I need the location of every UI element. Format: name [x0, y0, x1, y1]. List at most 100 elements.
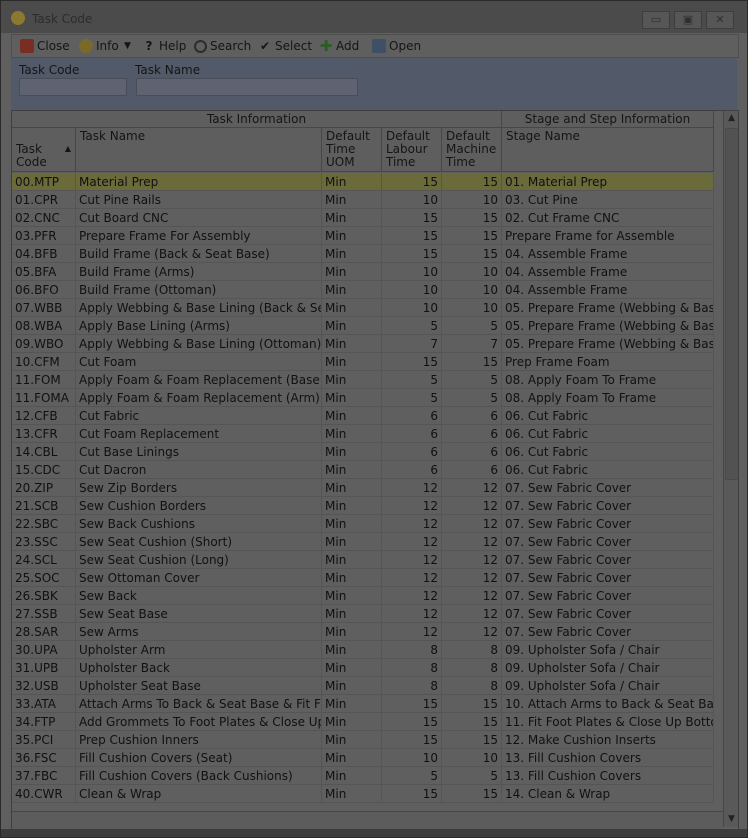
- cell-machine-time[interactable]: 6: [442, 425, 502, 443]
- table-row[interactable]: 32.USB Upholster Seat Base Min 8 8 09. Uphols…: [12, 677, 714, 695]
- scroll-thumb[interactable]: [725, 128, 738, 480]
- header-default-labour-time[interactable]: Default Labour Time: [382, 128, 442, 172]
- cell-machine-time[interactable]: 15: [442, 245, 502, 263]
- cell-machine-time[interactable]: 12: [442, 623, 502, 641]
- cell-task-code[interactable]: 10.CFM: [12, 353, 76, 371]
- cell-machine-time[interactable]: 5: [442, 389, 502, 407]
- cell-labour-time[interactable]: 12: [382, 479, 442, 497]
- cell-task-name[interactable]: Apply Foam & Foam Replacement (Arm): [76, 389, 322, 407]
- cell-stage-name[interactable]: 10. Attach Arms to Back & Seat Base: [502, 695, 714, 713]
- table-row[interactable]: 20.ZIP Sew Zip Borders Min 12 12 07. Sew Fabr…: [12, 479, 714, 497]
- cell-task-name[interactable]: Apply Base Lining (Arms): [76, 317, 322, 335]
- cell-task-name[interactable]: Upholster Arm: [76, 641, 322, 659]
- table-row[interactable]: 35.PCI Prep Cushion Inners Min 15 15 12. Make…: [12, 731, 714, 749]
- cell-task-name[interactable]: Prep Cushion Inners: [76, 731, 322, 749]
- table-row[interactable]: 01.CPR Cut Pine Rails Min 10 10 03. Cut Pine: [12, 191, 714, 209]
- cell-machine-time[interactable]: 6: [442, 443, 502, 461]
- cell-machine-time[interactable]: 5: [442, 317, 502, 335]
- open-button[interactable]: Open: [372, 38, 421, 54]
- select-button[interactable]: ✔ Select: [258, 38, 312, 54]
- cell-task-code[interactable]: 33.ATA: [12, 695, 76, 713]
- cell-labour-time[interactable]: 8: [382, 677, 442, 695]
- cell-machine-time[interactable]: 12: [442, 569, 502, 587]
- table-row[interactable]: 24.SCL Sew Seat Cushion (Long) Min 12 12 07. …: [12, 551, 714, 569]
- cell-task-code[interactable]: 34.FTP: [12, 713, 76, 731]
- cell-time-uom[interactable]: Min: [322, 245, 382, 263]
- vertical-scrollbar[interactable]: ▲ ▼: [723, 111, 738, 827]
- cell-task-name[interactable]: Sew Arms: [76, 623, 322, 641]
- table-row[interactable]: 23.SSC Sew Seat Cushion (Short) Min 12 12 07.…: [12, 533, 714, 551]
- cell-labour-time[interactable]: 10: [382, 191, 442, 209]
- cell-task-code[interactable]: 11.FOM: [12, 371, 76, 389]
- search-button[interactable]: Search: [194, 38, 251, 54]
- cell-machine-time[interactable]: 15: [442, 173, 502, 191]
- cell-stage-name[interactable]: 06. Cut Fabric: [502, 443, 714, 461]
- cell-machine-time[interactable]: 15: [442, 713, 502, 731]
- cell-task-name[interactable]: Upholster Seat Base: [76, 677, 322, 695]
- cell-task-name[interactable]: Cut Fabric: [76, 407, 322, 425]
- cell-task-code[interactable]: 36.FSC: [12, 749, 76, 767]
- cell-time-uom[interactable]: Min: [322, 443, 382, 461]
- cell-task-name[interactable]: Sew Seat Cushion (Short): [76, 533, 322, 551]
- cell-stage-name[interactable]: 09. Upholster Sofa / Chair: [502, 641, 714, 659]
- cell-time-uom[interactable]: Min: [322, 371, 382, 389]
- cell-labour-time[interactable]: 8: [382, 659, 442, 677]
- header-task-name[interactable]: Task Name: [76, 128, 322, 172]
- cell-task-code[interactable]: 15.CDC: [12, 461, 76, 479]
- cell-labour-time[interactable]: 10: [382, 263, 442, 281]
- cell-labour-time[interactable]: 5: [382, 767, 442, 785]
- cell-task-code[interactable]: 12.CFB: [12, 407, 76, 425]
- cell-time-uom[interactable]: Min: [322, 623, 382, 641]
- cell-task-code[interactable]: 06.BFO: [12, 281, 76, 299]
- cell-time-uom[interactable]: Min: [322, 353, 382, 371]
- cell-time-uom[interactable]: Min: [322, 767, 382, 785]
- cell-task-name[interactable]: Build Frame (Arms): [76, 263, 322, 281]
- header-default-time-uom[interactable]: Default Time UOM: [322, 128, 382, 172]
- cell-machine-time[interactable]: 15: [442, 695, 502, 713]
- cell-time-uom[interactable]: Min: [322, 461, 382, 479]
- cell-task-name[interactable]: Apply Webbing & Base Lining (Back & Seat…: [76, 299, 322, 317]
- cell-task-code[interactable]: 02.CNC: [12, 209, 76, 227]
- cell-task-code[interactable]: 09.WBO: [12, 335, 76, 353]
- scroll-up-icon[interactable]: ▲: [724, 111, 738, 126]
- cell-time-uom[interactable]: Min: [322, 533, 382, 551]
- cell-time-uom[interactable]: Min: [322, 497, 382, 515]
- cell-labour-time[interactable]: 5: [382, 389, 442, 407]
- minimize-button[interactable]: ▭: [642, 11, 670, 29]
- table-row[interactable]: 21.SCB Sew Cushion Borders Min 12 12 07. Sew …: [12, 497, 714, 515]
- cell-labour-time[interactable]: 6: [382, 425, 442, 443]
- cell-task-name[interactable]: Attach Arms To Back & Seat Base & Fit Fo…: [76, 695, 322, 713]
- cell-stage-name[interactable]: Prepare Frame for Assemble: [502, 227, 714, 245]
- cell-task-code[interactable]: 11.FOMA: [12, 389, 76, 407]
- cell-task-code[interactable]: 26.SBK: [12, 587, 76, 605]
- cell-time-uom[interactable]: Min: [322, 263, 382, 281]
- table-row[interactable]: 26.SBK Sew Back Min 12 12 07. Sew Fabric Cove…: [12, 587, 714, 605]
- table-row[interactable]: 25.SOC Sew Ottoman Cover Min 12 12 07. Sew Fa…: [12, 569, 714, 587]
- cell-stage-name[interactable]: 13. Fill Cushion Covers: [502, 749, 714, 767]
- cell-machine-time[interactable]: 10: [442, 299, 502, 317]
- cell-task-code[interactable]: 37.FBC: [12, 767, 76, 785]
- cell-time-uom[interactable]: Min: [322, 569, 382, 587]
- cell-machine-time[interactable]: 15: [442, 731, 502, 749]
- cell-labour-time[interactable]: 12: [382, 569, 442, 587]
- cell-task-name[interactable]: Cut Base Linings: [76, 443, 322, 461]
- cell-machine-time[interactable]: 10: [442, 749, 502, 767]
- cell-task-name[interactable]: Sew Ottoman Cover: [76, 569, 322, 587]
- cell-machine-time[interactable]: 8: [442, 641, 502, 659]
- cell-stage-name[interactable]: 07. Sew Fabric Cover: [502, 551, 714, 569]
- table-row[interactable]: 33.ATA Attach Arms To Back & Seat Base & …: [12, 695, 714, 713]
- cell-stage-name[interactable]: 07. Sew Fabric Cover: [502, 515, 714, 533]
- cell-labour-time[interactable]: 10: [382, 749, 442, 767]
- cell-task-code[interactable]: 00.MTP: [12, 173, 76, 191]
- cell-machine-time[interactable]: 8: [442, 659, 502, 677]
- cell-labour-time[interactable]: 12: [382, 533, 442, 551]
- cell-stage-name[interactable]: 06. Cut Fabric: [502, 407, 714, 425]
- cell-task-code[interactable]: 27.SSB: [12, 605, 76, 623]
- cell-machine-time[interactable]: 5: [442, 371, 502, 389]
- table-row[interactable]: 09.WBO Apply Webbing & Base Lining (Ottom…: [12, 335, 714, 353]
- cell-stage-name[interactable]: 07. Sew Fabric Cover: [502, 569, 714, 587]
- cell-time-uom[interactable]: Min: [322, 749, 382, 767]
- cell-stage-name[interactable]: 04. Assemble Frame: [502, 245, 714, 263]
- cell-task-name[interactable]: Fill Cushion Covers (Back Cushions): [76, 767, 322, 785]
- cell-stage-name[interactable]: 13. Fill Cushion Covers: [502, 767, 714, 785]
